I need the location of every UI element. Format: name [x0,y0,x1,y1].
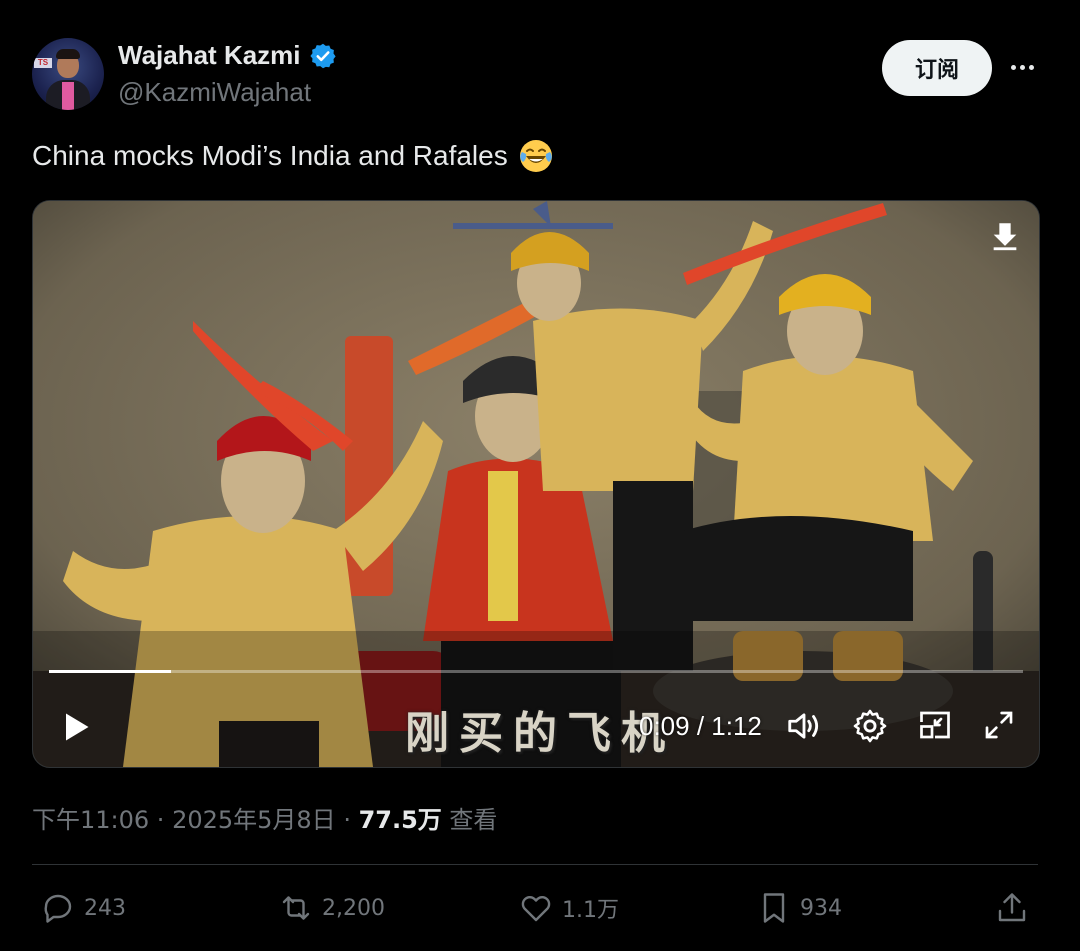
heart-icon [521,896,551,922]
more-dots-icon[interactable] [1006,52,1038,82]
video-subtitle: 刚买的飞机 [405,708,675,759]
verified-badge-icon [309,43,336,68]
more-dot [1010,64,1016,70]
divider [32,864,1038,865]
video-progress-fill [49,670,171,673]
video-time: 0:09 / 1:12 [639,711,762,741]
reply-button[interactable]: 243 [40,886,126,930]
more-dot [1019,64,1025,70]
avatar[interactable]: TS [32,38,104,110]
meta-separator: · [335,806,359,834]
face-with-tears-of-joy-icon [519,140,552,172]
reply-count: 243 [84,895,126,921]
like-count: 1.1万 [562,898,619,923]
fullscreen-icon[interactable] [983,709,1015,741]
tweet-text-content: China mocks Modi’s India and Rafales [32,140,508,171]
video-frame [33,201,1039,767]
tweet-meta: 下午11:06 · 2025年5月8日 · 77.5万 查看 [32,800,497,835]
tweet-text: China mocks Modi’s India and Rafales [32,138,554,174]
bookmark-icon [763,893,785,923]
views-count[interactable]: 77.5万 [359,800,442,835]
volume-icon[interactable] [785,707,823,745]
meta-separator: · [149,806,173,834]
avatar-hair [56,49,80,59]
video-progress-bar[interactable] [49,670,1023,673]
reply-icon [44,894,72,923]
author-handle[interactable]: @KazmiWajahat [118,77,311,108]
video-player[interactable]: 刚买的飞机 0:09 / 1:12 [32,200,1040,768]
more-dot [1028,64,1034,70]
views-label: 查看 [441,806,498,834]
like-button[interactable]: 1.1万 [518,886,619,930]
repost-count: 2,200 [322,895,385,921]
download-icon[interactable] [988,219,1022,253]
settings-icon[interactable] [851,707,889,745]
bookmark-count: 934 [800,895,842,921]
repost-icon [282,896,310,920]
repost-button[interactable]: 2,200 [278,886,385,930]
share-button[interactable] [994,886,1030,930]
author-name[interactable]: Wajahat Kazmi [118,40,301,71]
subscribe-button[interactable]: 订阅 [882,40,992,96]
tweet-time[interactable]: 下午11:06 [32,800,149,835]
pip-icon[interactable] [917,707,953,743]
bookmark-button[interactable]: 934 [756,886,842,930]
share-icon [998,893,1026,922]
channel-logo-icon: TS [34,58,52,68]
tweet-date[interactable]: 2025年5月8日 [172,800,336,835]
play-icon[interactable] [57,707,93,747]
author-name-row[interactable]: Wajahat Kazmi [118,40,337,71]
avatar-shirt [62,82,74,110]
